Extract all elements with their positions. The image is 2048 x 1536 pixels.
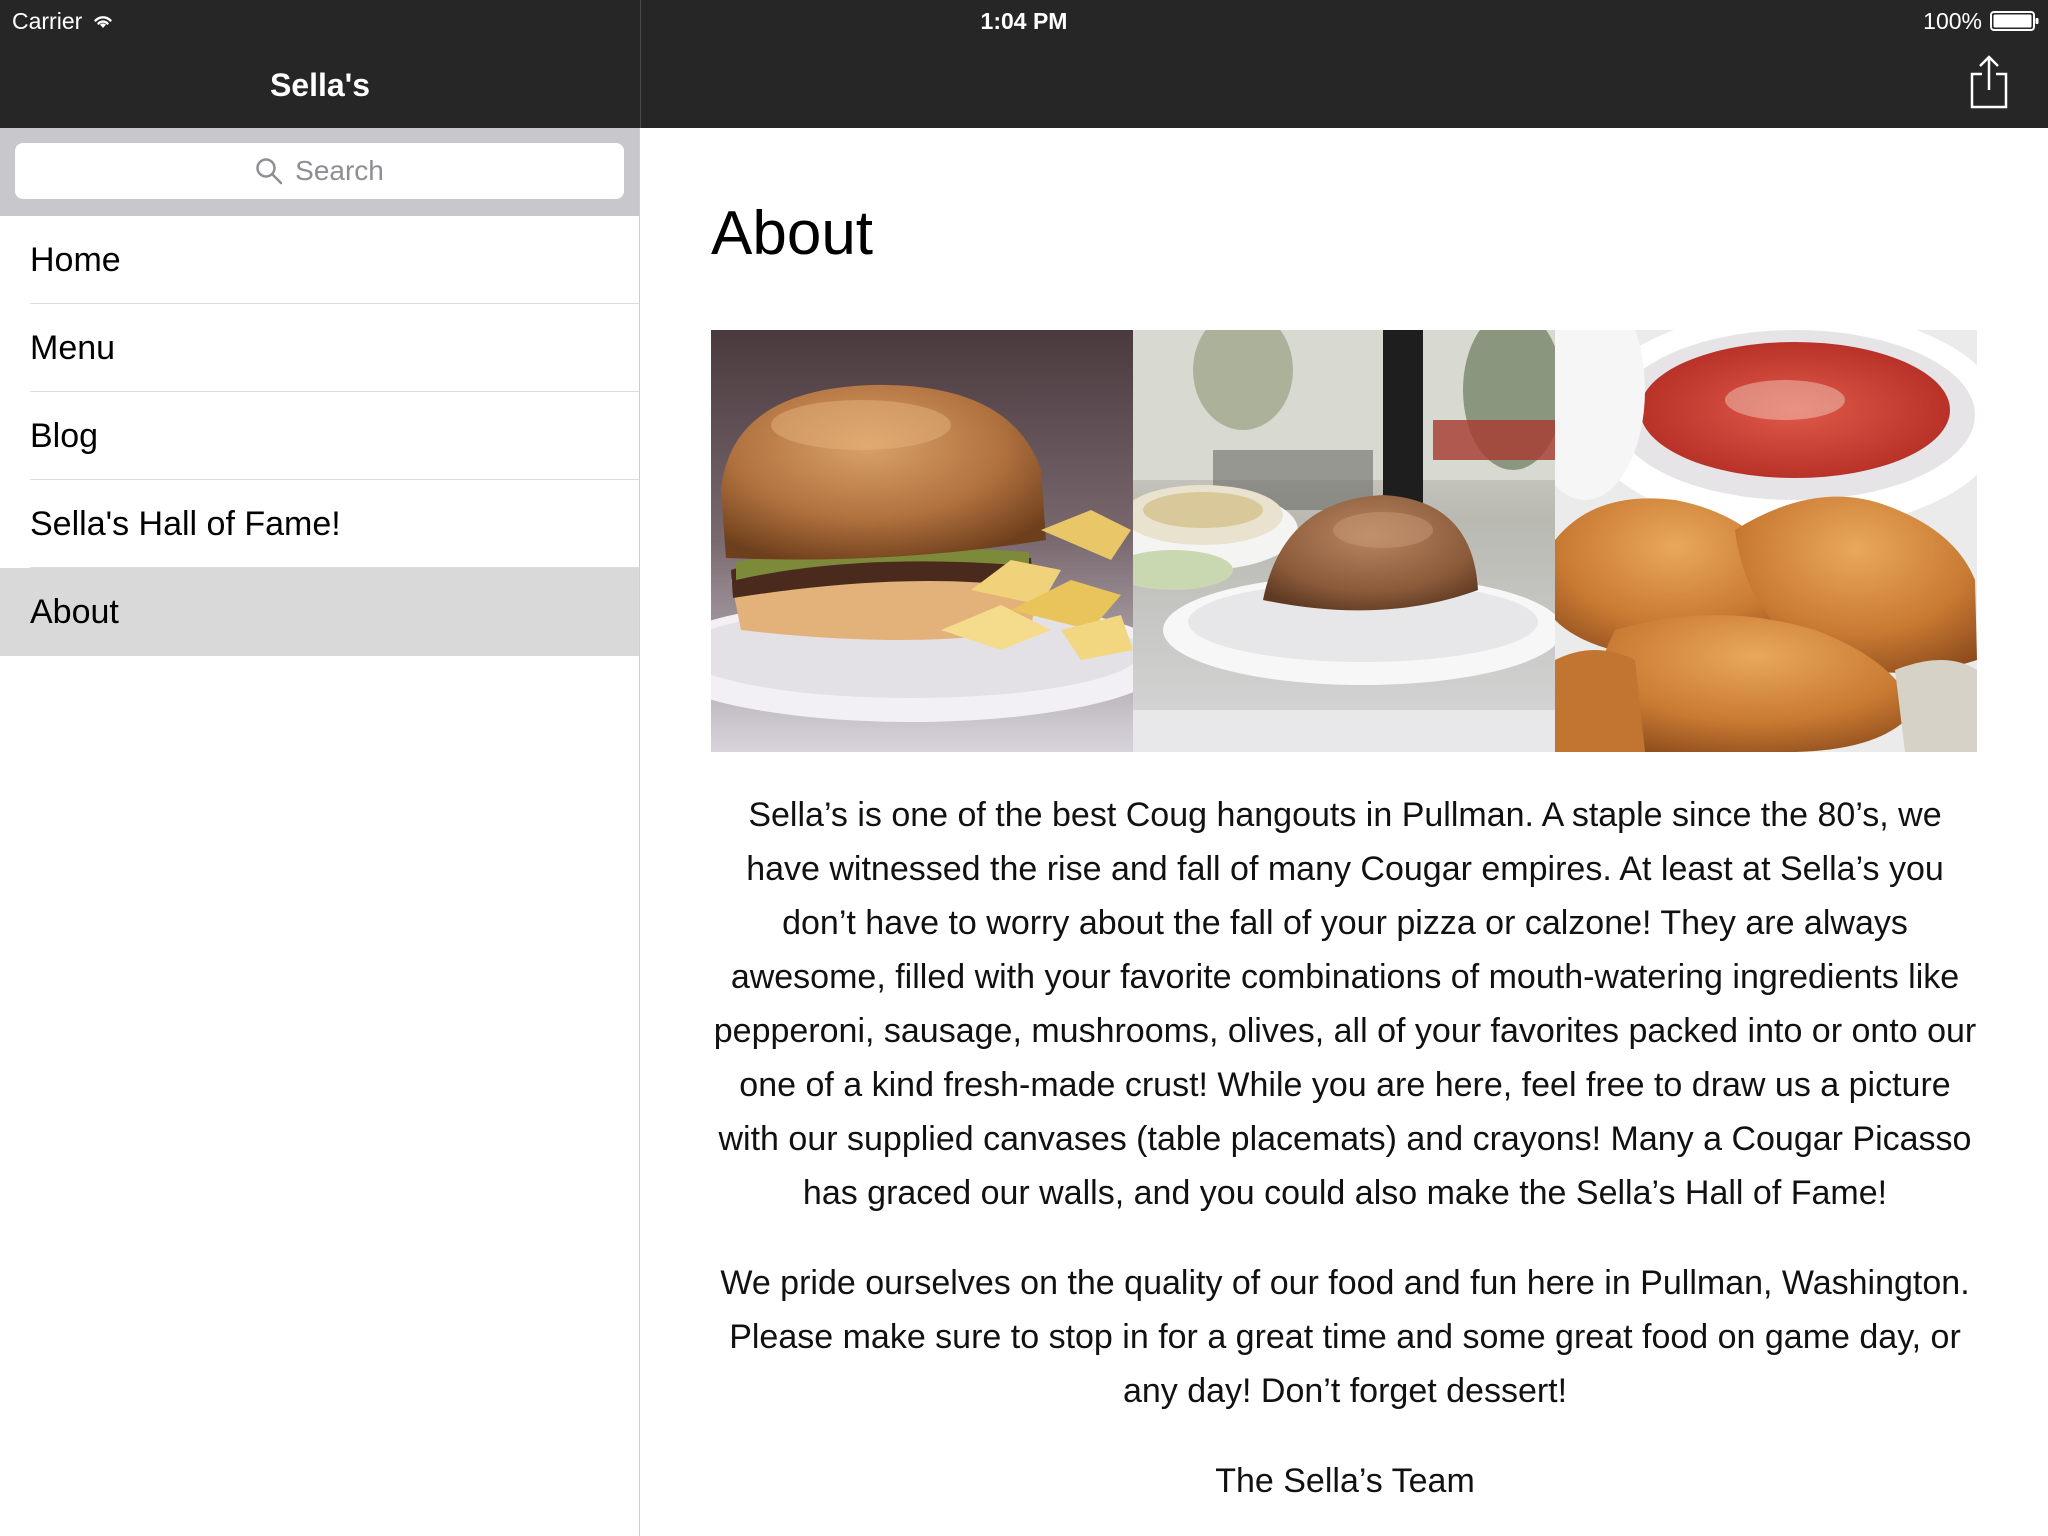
battery-icon xyxy=(1990,11,2039,31)
top-bar: Carrier 1:04 PM 100% Sella's xyxy=(0,0,2048,128)
content-pane: About Sella’s is one of the best Coug ha… xyxy=(641,128,2048,1536)
search-tray: Search xyxy=(0,128,639,216)
sidebar-item-about[interactable]: About xyxy=(0,568,639,656)
article-signature: The Sella’s Team xyxy=(1215,1462,1475,1500)
battery-percent: 100% xyxy=(1923,7,1982,34)
article-paragraph: Sella’s is one of the best Coug hangouts… xyxy=(713,796,1977,1212)
sidebar-item-hall-of-fame[interactable]: Sella's Hall of Fame! xyxy=(0,480,639,568)
page-title: About xyxy=(711,199,874,268)
sidebar-item-menu[interactable]: Menu xyxy=(0,304,639,392)
breadsticks-photo xyxy=(1555,330,1977,752)
sidebar-item-label: Home xyxy=(30,240,121,279)
about-article: Sella’s is one of the best Coug hangouts… xyxy=(711,788,1979,1536)
sidebar-item-label: Blog xyxy=(30,416,99,455)
nav-list: Home Menu Blog Sella's Hall of Fame! Abo… xyxy=(0,216,639,656)
share-button[interactable] xyxy=(1965,52,2013,112)
sidebar-item-label: About xyxy=(30,592,119,631)
status-time: 1:04 PM xyxy=(980,7,1068,34)
status-battery: 100% xyxy=(1923,6,2040,36)
search-icon xyxy=(256,158,283,185)
sidebar-item-label: Sella's Hall of Fame! xyxy=(30,504,341,543)
sandwich-photo xyxy=(711,330,1133,752)
calzone-photo xyxy=(1133,330,1555,752)
share-icon xyxy=(1970,55,2008,109)
sidebar-item-blog[interactable]: Blog xyxy=(0,392,639,480)
search-input[interactable]: Search xyxy=(15,143,624,199)
sidebar-item-home[interactable]: Home xyxy=(0,216,639,304)
sidebar-item-label: Menu xyxy=(30,328,116,367)
sidebar: Search Home Menu Blog Sella's Hall of Fa… xyxy=(0,128,640,1536)
hero-image-strip xyxy=(711,330,1979,752)
article-paragraph: We pride ourselves on the quality of our… xyxy=(720,1264,1970,1410)
sidebar-title: Sella's xyxy=(269,66,371,103)
search-placeholder: Search xyxy=(295,155,384,186)
